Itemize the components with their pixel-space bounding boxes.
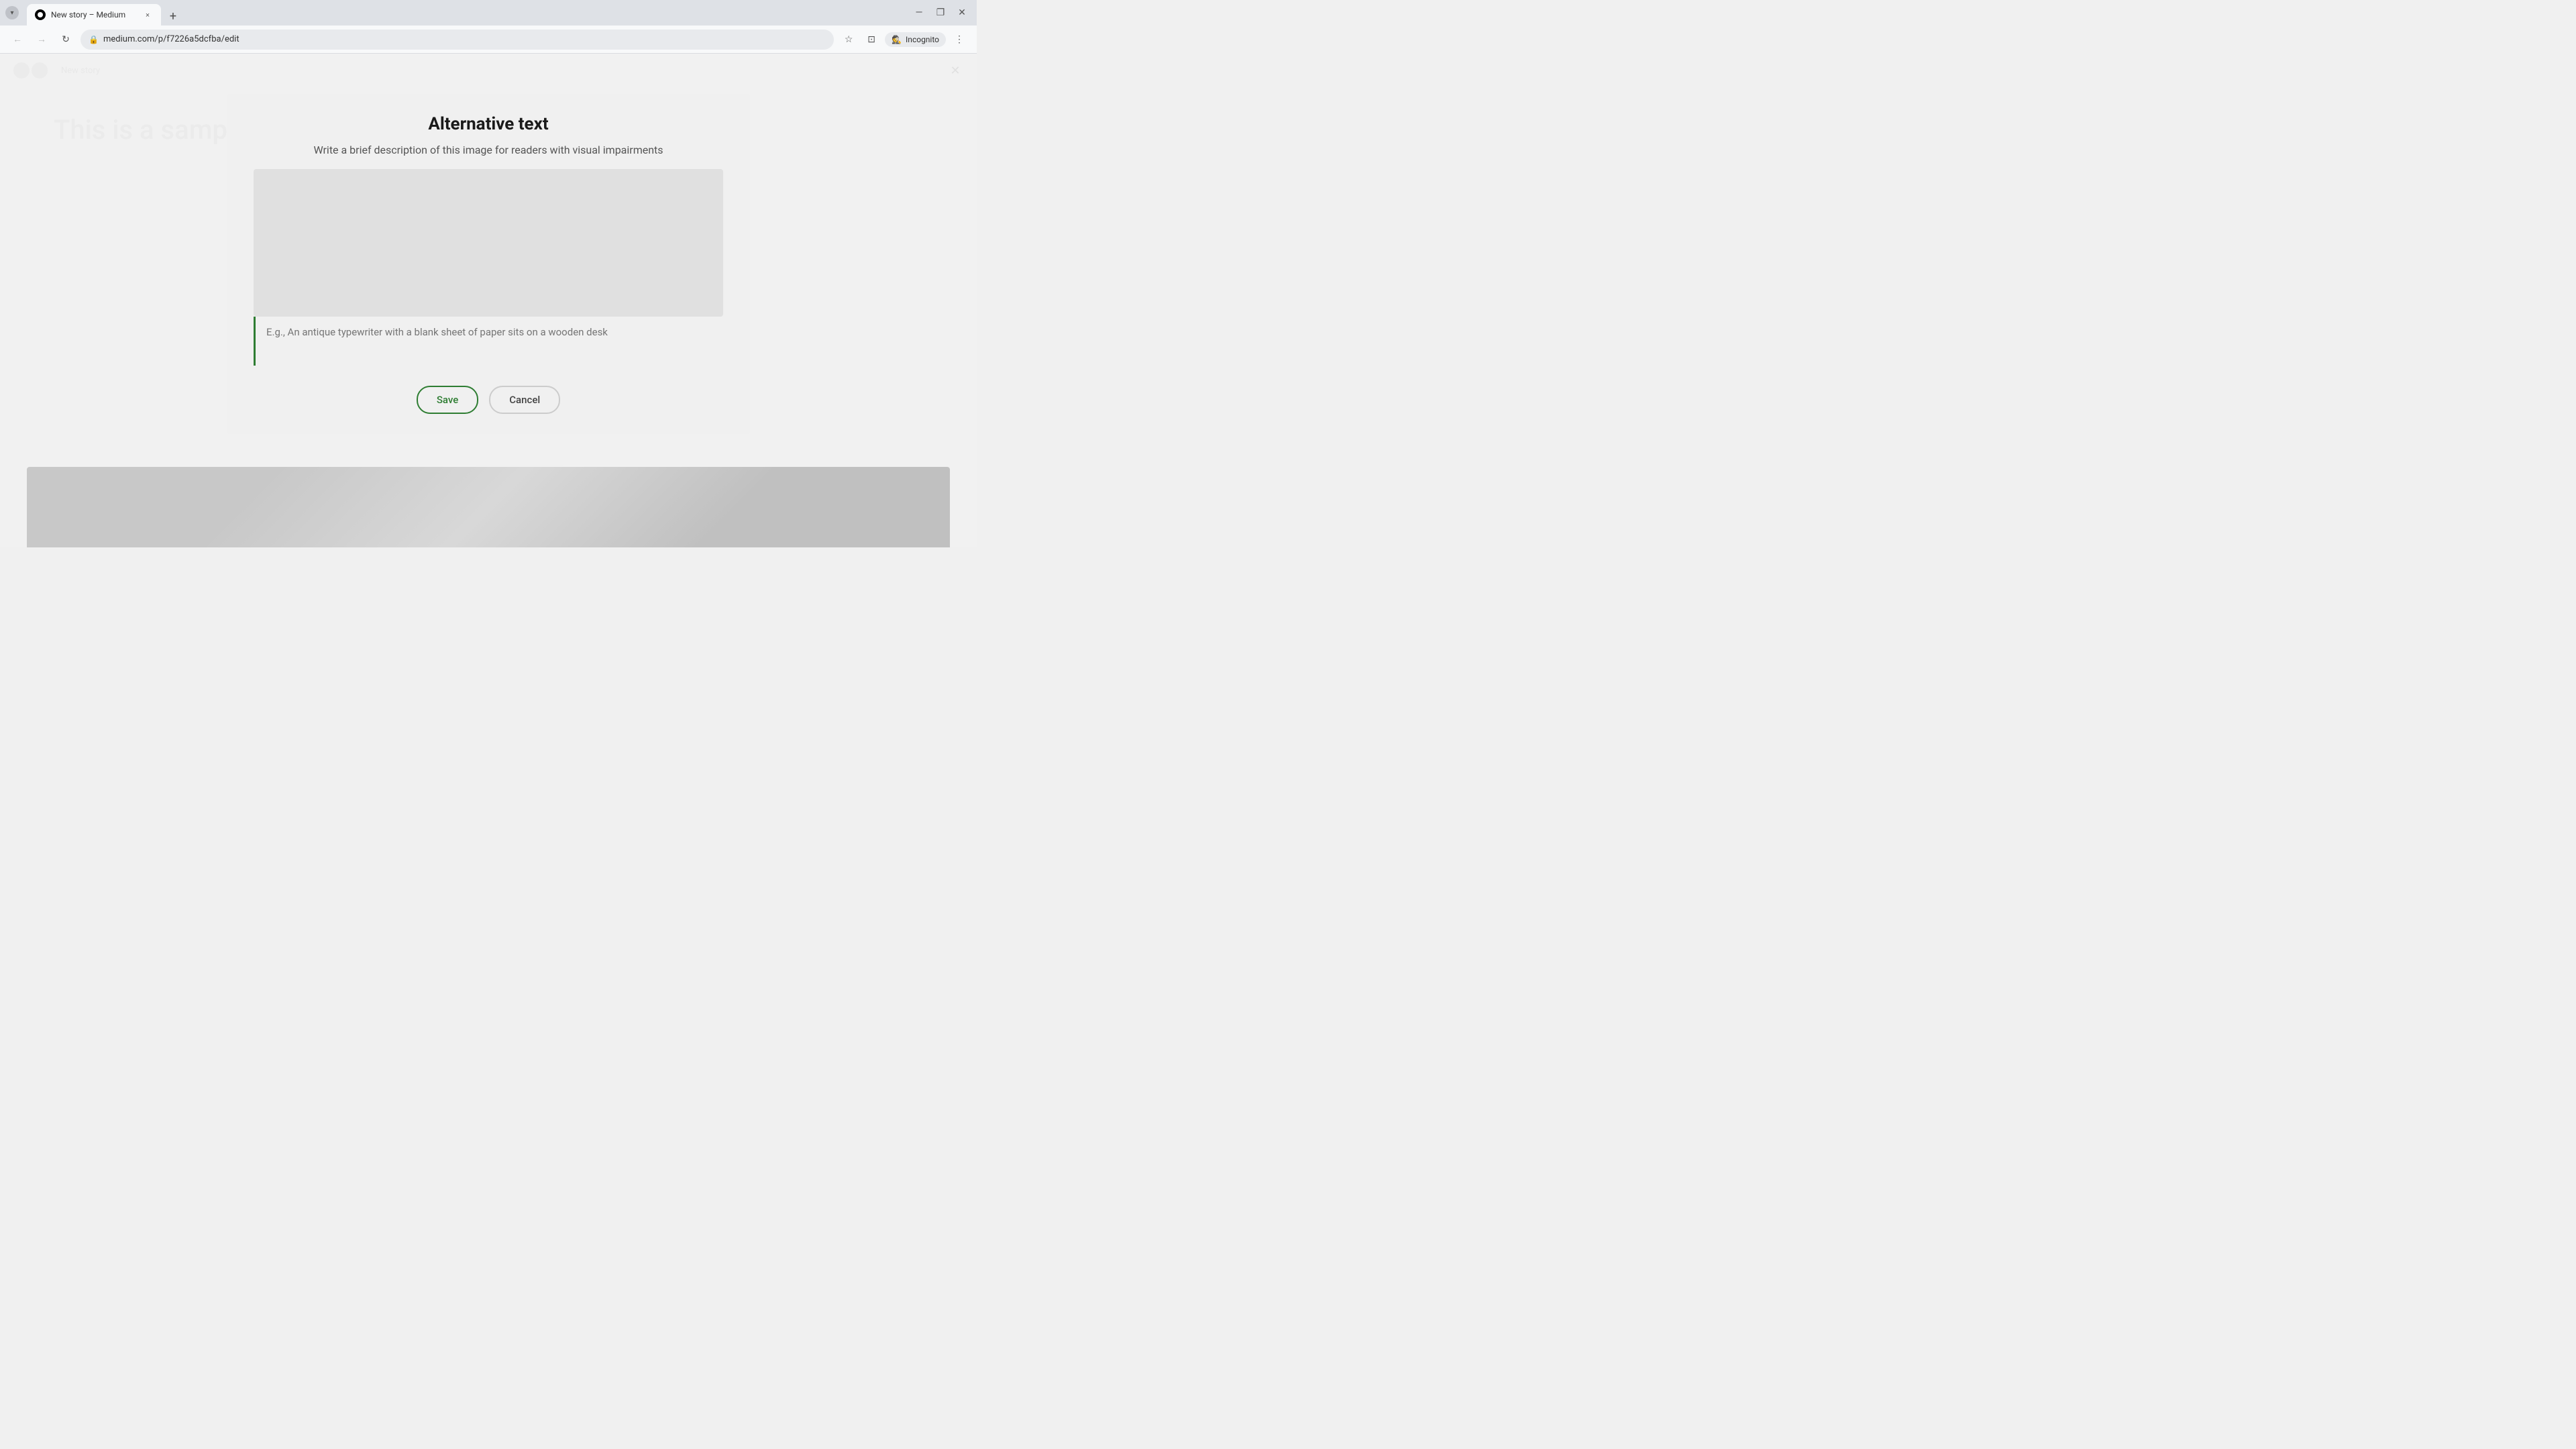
title-bar: ▾ New story – Medium × + — ❐ ✕	[0, 0, 977, 25]
url-security-icon: 🔒	[89, 35, 98, 44]
tab-favicon-icon	[35, 9, 46, 20]
new-tab-button[interactable]: +	[164, 7, 182, 25]
split-view-button[interactable]: ⊡	[862, 30, 881, 49]
modal-header: Alternative text Write a brief descripti…	[227, 94, 750, 169]
url-bar[interactable]: 🔒 medium.com/p/f7226a5dcfba/edit	[80, 30, 834, 50]
modal-title: Alternative text	[254, 114, 723, 134]
tab-close-button[interactable]: ×	[142, 9, 153, 20]
bottom-image-content	[27, 467, 950, 547]
page-content: New story ✕ This is a samp... Alternativ…	[0, 54, 977, 547]
modal-overlay: Alternative text Write a brief descripti…	[0, 54, 977, 547]
modal-subtitle: Write a brief description of this image …	[254, 142, 723, 158]
more-options-button[interactable]: ⋮	[950, 30, 969, 49]
alt-text-modal: Alternative text Write a brief descripti…	[227, 94, 750, 434]
back-button[interactable]: ←	[8, 30, 27, 49]
url-text: medium.com/p/f7226a5dcfba/edit	[103, 34, 826, 44]
browser-frame: ▾ New story – Medium × + — ❐ ✕ ← → ↻ 🔒 m…	[0, 0, 977, 547]
address-bar-actions: ☆ ⊡ 🕵 Incognito ⋮	[839, 30, 969, 49]
tab-dropdown-button[interactable]: ▾	[5, 6, 19, 19]
incognito-icon: 🕵	[892, 35, 902, 44]
maximize-button[interactable]: ❐	[931, 3, 950, 22]
bookmark-button[interactable]: ☆	[839, 30, 858, 49]
image-preview-area	[254, 169, 723, 317]
active-tab[interactable]: New story – Medium ×	[27, 4, 161, 25]
alt-text-input-area[interactable]	[254, 317, 723, 366]
tab-title: New story – Medium	[51, 10, 137, 19]
incognito-label: Incognito	[906, 35, 939, 44]
modal-actions: Save Cancel	[227, 379, 750, 434]
alt-text-input[interactable]	[266, 317, 723, 363]
address-bar: ← → ↻ 🔒 medium.com/p/f7226a5dcfba/edit ☆…	[0, 25, 977, 54]
reload-button[interactable]: ↻	[56, 30, 75, 49]
cancel-button[interactable]: Cancel	[489, 386, 560, 414]
tab-bar: New story – Medium × +	[27, 0, 904, 25]
window-close-button[interactable]: ✕	[953, 3, 971, 22]
save-button[interactable]: Save	[417, 386, 478, 414]
bottom-image-strips	[27, 467, 950, 547]
window-action-buttons: — ❐ ✕	[910, 3, 971, 22]
forward-button[interactable]: →	[32, 30, 51, 49]
incognito-button[interactable]: 🕵 Incognito	[885, 32, 946, 47]
window-controls: ▾	[5, 6, 19, 19]
minimize-button[interactable]: —	[910, 3, 928, 22]
